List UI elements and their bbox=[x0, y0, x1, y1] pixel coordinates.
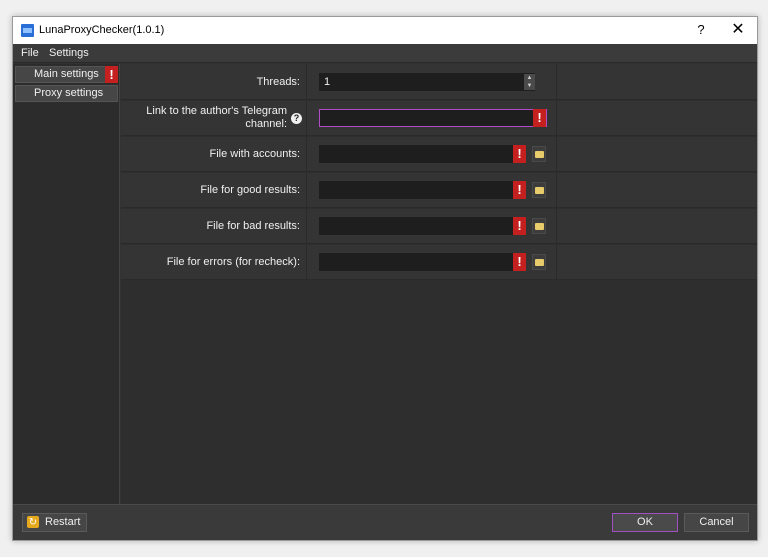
accounts-file-input[interactable] bbox=[319, 145, 515, 163]
menu-file[interactable]: File bbox=[21, 46, 39, 61]
restart-button[interactable]: Restart bbox=[22, 513, 87, 532]
form-row-errors-file: File for errors (for recheck): ! bbox=[121, 245, 757, 280]
restart-label: Restart bbox=[45, 516, 81, 528]
cancel-button[interactable]: Cancel bbox=[684, 513, 749, 532]
form-row-good-results-file: File for good results: ! bbox=[121, 173, 757, 208]
window-title: LunaProxyChecker(1.0.1) bbox=[39, 24, 165, 36]
ok-button[interactable]: OK bbox=[612, 513, 678, 532]
error-icon: ! bbox=[533, 109, 546, 127]
threads-label: Threads: bbox=[256, 75, 300, 88]
question-circle-icon[interactable]: ? bbox=[291, 113, 302, 124]
menu-bar: File Settings bbox=[13, 44, 757, 63]
app-window: LunaProxyChecker(1.0.1) ? ✕ File Setting… bbox=[12, 16, 758, 541]
errors-file-label: File for errors (for recheck): bbox=[166, 256, 300, 268]
error-icon: ! bbox=[513, 217, 526, 235]
sidebar-item-proxy-settings[interactable]: Proxy settings bbox=[15, 85, 118, 102]
sidebar-item-label: Proxy settings bbox=[34, 87, 104, 99]
error-icon: ! bbox=[513, 181, 526, 199]
menu-settings[interactable]: Settings bbox=[49, 46, 89, 61]
folder-icon[interactable] bbox=[532, 254, 546, 270]
button-bar: Restart OK Cancel bbox=[13, 504, 757, 540]
good-results-file-input[interactable] bbox=[319, 181, 515, 199]
errors-file-input[interactable] bbox=[319, 253, 515, 271]
title-bar: LunaProxyChecker(1.0.1) ? ✕ bbox=[13, 17, 757, 44]
form-row-accounts-file: File with accounts: ! bbox=[121, 137, 757, 172]
help-button[interactable]: ? bbox=[693, 21, 709, 39]
sidebar-item-main-settings[interactable]: Main settings ! bbox=[15, 66, 118, 83]
bad-results-file-input[interactable] bbox=[319, 217, 515, 235]
telegram-link-input[interactable] bbox=[319, 109, 547, 127]
threads-spinbox[interactable]: 1 bbox=[319, 73, 535, 91]
folder-icon[interactable] bbox=[532, 146, 546, 162]
form-row-bad-results-file: File for bad results: ! bbox=[121, 209, 757, 244]
settings-panel: Threads: 1 ▲ ▼ Link to the author's Tele… bbox=[121, 64, 757, 504]
folder-icon[interactable] bbox=[532, 218, 546, 234]
bad-results-file-label: File for bad results: bbox=[206, 220, 300, 232]
folder-icon[interactable] bbox=[532, 182, 546, 198]
sidebar-item-label: Main settings bbox=[34, 68, 99, 80]
error-icon: ! bbox=[105, 66, 118, 83]
restart-icon bbox=[27, 514, 39, 531]
form-row-threads: Threads: 1 ▲ ▼ bbox=[121, 64, 757, 100]
threads-stepper[interactable]: ▲ ▼ bbox=[524, 74, 535, 90]
accounts-file-label: File with accounts: bbox=[209, 148, 300, 160]
sidebar: Main settings ! Proxy settings bbox=[13, 64, 120, 504]
good-results-file-label: File for good results: bbox=[200, 184, 300, 196]
telegram-label: Link to the author's Telegram channel: bbox=[146, 105, 287, 130]
error-icon: ! bbox=[513, 145, 526, 163]
arrow-down-icon[interactable]: ▼ bbox=[524, 82, 535, 90]
close-button[interactable]: ✕ bbox=[727, 19, 749, 41]
arrow-up-icon[interactable]: ▲ bbox=[524, 74, 535, 82]
form-row-telegram: Link to the author's Telegram channel: ?… bbox=[121, 101, 757, 136]
app-icon bbox=[21, 24, 34, 37]
error-icon: ! bbox=[513, 253, 526, 271]
